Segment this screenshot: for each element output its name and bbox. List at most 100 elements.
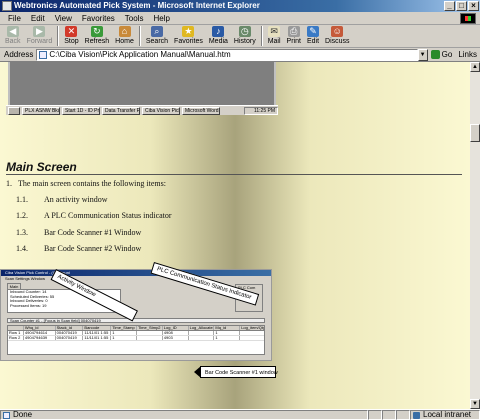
figure-table-cell: 004070419 <box>56 336 84 340</box>
refresh-icon: ↻ <box>90 26 103 37</box>
list-item: 1.3. Bar Code Scanner #1 Window <box>16 228 142 237</box>
address-bar: Address C:\Ciba Vision\Pick Application … <box>0 48 480 62</box>
window-title: Webtronics Automated Pick System - Micro… <box>14 1 260 10</box>
figure-table-cell: 1 <box>111 331 137 335</box>
document-content: PLX ASNW Bkup file is locke Start 1D - I… <box>0 62 470 409</box>
figure-table-cell: 4904794614 <box>24 331 56 335</box>
menu-view[interactable]: View <box>50 14 77 23</box>
figure-table-cell: 1 <box>214 336 241 340</box>
discuss-button[interactable]: ☺ Discuss <box>322 25 353 47</box>
vertical-scrollbar[interactable]: ▲ ▼ <box>470 62 480 409</box>
figure-table-header-cell: Log_item/Qty <box>241 326 264 330</box>
forward-button[interactable]: ▶ Forward <box>24 25 56 47</box>
toolbar: ◀ Back ▶ Forward ✕ Stop ↻ Refresh ⌂ Home… <box>0 25 480 48</box>
favorites-button[interactable]: ★ Favorites <box>171 25 206 47</box>
figure-table-cell: Row 2 <box>8 336 24 340</box>
figure-table: Whq_id Stack_id Barcode Time_Stamp Time_Stmp… <box>7 325 265 355</box>
toolbar-separator <box>57 26 60 46</box>
intranet-icon <box>413 411 420 419</box>
figure-table-header-cell: Whq_id <box>24 326 56 330</box>
menu-bar: File Edit View Favorites Tools Help <box>0 12 480 25</box>
back-button[interactable]: ◀ Back <box>2 25 24 47</box>
scroll-down-button[interactable]: ▼ <box>470 399 480 409</box>
barcode-scanner-callout: Bar Code Scanner #1 window <box>194 366 278 378</box>
intro-line: 1. The main screen contains the following… <box>6 179 166 188</box>
figure-table-cell: 4903 <box>163 336 189 340</box>
figure-table-cell <box>240 331 264 335</box>
close-button[interactable]: × <box>468 1 479 11</box>
window-controls: _ □ × <box>444 1 479 11</box>
title-bar: Webtronics Automated Pick System - Micro… <box>0 0 480 12</box>
favorites-icon: ★ <box>182 26 195 37</box>
start-button-image <box>8 106 20 115</box>
security-zone: Local intranet <box>410 410 480 420</box>
figure-table-header-cell: Time_Stamp <box>111 326 137 330</box>
address-label: Address <box>4 50 34 59</box>
scroll-thumb[interactable] <box>470 124 480 142</box>
home-icon: ⌂ <box>118 26 131 37</box>
search-button[interactable]: ⌕ Search <box>143 25 171 47</box>
status-panel <box>382 410 396 420</box>
mail-button[interactable]: ✉ Mail <box>265 25 284 47</box>
go-arrow-icon <box>430 50 440 59</box>
figure-table-cell <box>240 336 264 340</box>
status-panel <box>396 410 410 420</box>
address-dropdown-button[interactable]: ▼ <box>417 48 428 61</box>
menu-favorites[interactable]: Favorites <box>77 14 120 23</box>
edit-button[interactable]: ✎ Edit <box>304 25 322 47</box>
figure-table-cell: 1 <box>214 331 241 335</box>
stop-button[interactable]: ✕ Stop <box>61 25 81 47</box>
back-arrow-icon: ◀ <box>6 26 19 37</box>
mail-icon: ✉ <box>268 26 281 37</box>
page-icon <box>39 50 48 59</box>
figure-table-cell: Row 1 <box>8 331 24 335</box>
figure-table-cell <box>137 336 163 340</box>
discuss-icon: ☺ <box>331 26 344 37</box>
taskbar-task: Microsoft Word - Pick Ma <box>182 106 220 115</box>
figure-table-cell <box>137 331 163 335</box>
figure-table-row: Row 2 4904794639 004070419 11/11/01 1:55 1 49… <box>8 336 264 341</box>
media-button[interactable]: ♪ Media <box>206 25 231 47</box>
menu-help[interactable]: Help <box>148 14 174 23</box>
forward-arrow-icon: ▶ <box>33 26 46 37</box>
history-button[interactable]: ◷ History <box>231 25 259 47</box>
go-button[interactable]: Go <box>428 50 456 59</box>
figure-table-cell: 004070419 <box>56 331 84 335</box>
toolbar-separator <box>138 26 141 46</box>
edit-icon: ✎ <box>306 26 319 37</box>
status-bar: Done Local intranet <box>0 409 480 420</box>
taskbar-task: Start 1D - ID Programmer <box>62 106 100 115</box>
home-button[interactable]: ⌂ Home <box>112 25 137 47</box>
list-item: 1.2. A PLC Communication Status indicator <box>16 211 172 220</box>
media-icon: ♪ <box>212 26 225 37</box>
windows-logo-icon <box>460 13 476 24</box>
figure-table-header-cell: Mq_id <box>214 326 241 330</box>
history-icon: ◷ <box>238 26 251 37</box>
scroll-up-button[interactable]: ▲ <box>470 62 480 72</box>
screenshot-taskbar: PLX ASNW Bkup file is locke Start 1D - I… <box>6 105 278 115</box>
figure-table-header-cell: Log_Allocated <box>189 326 215 330</box>
menu-edit[interactable]: Edit <box>26 14 50 23</box>
refresh-button[interactable]: ↻ Refresh <box>82 25 113 47</box>
status-text-cell: Done <box>0 410 368 420</box>
figure-table-header-cell <box>8 326 24 330</box>
toolbar-separator <box>260 26 263 46</box>
menu-tools[interactable]: Tools <box>120 14 149 23</box>
links-button[interactable]: Links <box>455 50 480 59</box>
figure-table-header-cell: Barcode <box>83 326 112 330</box>
figure-table-cell: 4908 <box>163 331 189 335</box>
ie-logo-icon <box>2 1 12 11</box>
figure-table-body: Row 1 4904794614 004070419 11/11/01 1:55 1 49… <box>8 331 264 341</box>
address-input[interactable]: C:\Ciba Vision\Pick Application Manual\M… <box>36 48 418 61</box>
figure-scan-field: Scan Counter #1 - [Focus in Scan field] … <box>7 318 265 323</box>
menu-file[interactable]: File <box>3 14 26 23</box>
maximize-button[interactable]: □ <box>456 1 467 11</box>
print-button[interactable]: ⎙ Print <box>284 25 304 47</box>
heading-rule <box>6 174 462 175</box>
minimize-button[interactable]: _ <box>444 1 455 11</box>
taskbar-task: Ciba Vision Pick Con <box>142 106 180 115</box>
figure-table-cell: 11/11/01 1:55 <box>83 331 112 335</box>
figure-table-header-cell: Log_ID <box>163 326 189 330</box>
taskbar-task: PLX ASNW Bkup file is locke <box>22 106 60 115</box>
taskbar-clock: 11:25 PM <box>244 106 278 115</box>
